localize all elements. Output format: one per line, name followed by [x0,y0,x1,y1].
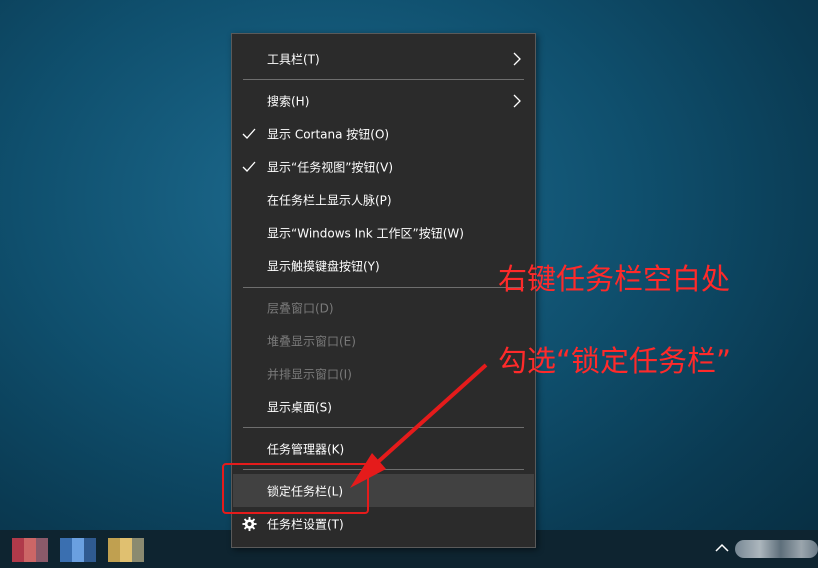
annotation-arrow [350,363,488,488]
